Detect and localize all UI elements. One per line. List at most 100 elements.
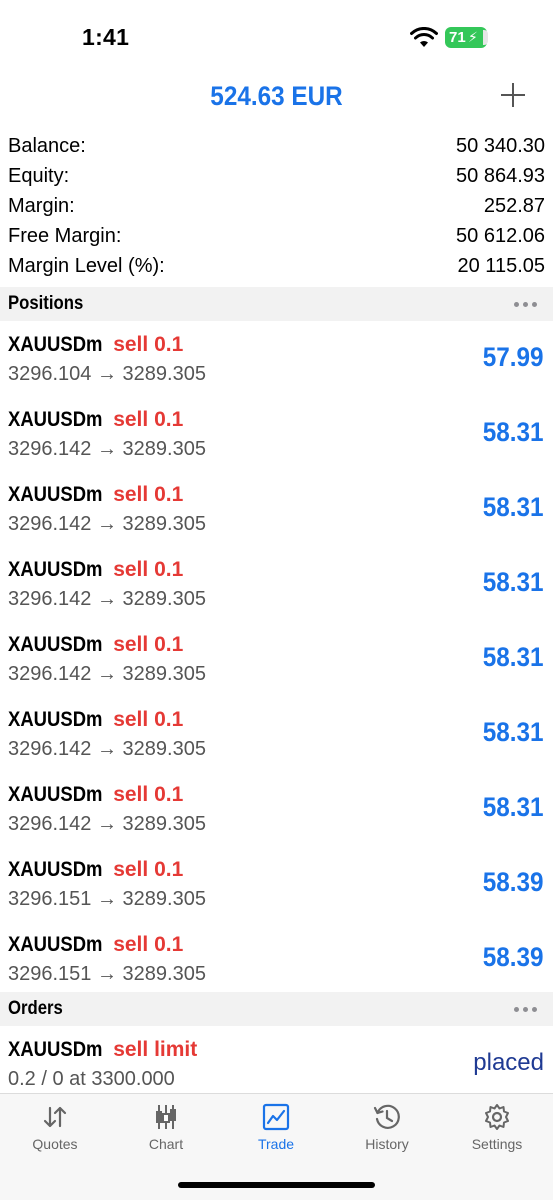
summary-value: 50 864.93 (456, 164, 545, 187)
wifi-icon (410, 27, 438, 47)
position-side: sell 0.1 (113, 858, 184, 881)
position-profit: 58.39 (483, 867, 544, 897)
tab-label: Chart (148, 1136, 184, 1152)
battery-tip (483, 30, 488, 45)
position-side: sell 0.1 (113, 633, 184, 656)
orders-title: Orders (8, 998, 63, 1019)
position-prices: 3296.151 → 3289.305 (8, 888, 206, 910)
summary-row-margin-level: Margin Level (%): 20 115.05 (0, 251, 553, 281)
position-symbol: XAUUSDm (8, 333, 103, 356)
position-symbol: XAUUSDm (8, 933, 103, 956)
position-profit: 58.31 (483, 642, 544, 672)
status-bar: 1:41 71 ⚡ (0, 0, 553, 70)
order-row[interactable]: XAUUSDm sell limit 0.2 / 0 at 3300.000 p… (0, 1026, 553, 1094)
summary-row-balance: Balance: 50 340.30 (0, 131, 553, 161)
position-prices: 3296.142 → 3289.305 (8, 588, 206, 610)
summary-label: Margin Level (%): (8, 254, 165, 277)
tab-chart[interactable]: Chart (121, 1102, 211, 1152)
order-symbol: XAUUSDm (8, 1038, 103, 1061)
summary-label: Free Margin: (8, 224, 122, 247)
orders-more-icon[interactable] (514, 1006, 537, 1012)
tab-quotes[interactable]: Quotes (10, 1102, 100, 1152)
position-symbol: XAUUSDm (8, 858, 103, 881)
position-symbol: XAUUSDm (8, 783, 103, 806)
position-row[interactable]: XAUUSDm sell 0.1 3296.104 → 3289.305 57.… (0, 321, 553, 396)
home-indicator (178, 1182, 375, 1188)
charging-bolt-icon: ⚡ (468, 29, 478, 45)
position-prices: 3296.142 → 3289.305 (8, 813, 206, 835)
position-prices: 3296.142 → 3289.305 (8, 438, 206, 460)
position-side: sell 0.1 (113, 333, 184, 356)
history-clock-icon (373, 1104, 400, 1129)
summary-value: 50 340.30 (456, 134, 545, 157)
position-symbol: XAUUSDm (8, 483, 103, 506)
positions-section-header: Positions (0, 287, 553, 321)
tab-trade[interactable]: Trade (231, 1102, 321, 1152)
position-symbol: XAUUSDm (8, 558, 103, 581)
positions-more-icon[interactable] (514, 301, 537, 307)
tab-label: Trade (257, 1136, 295, 1152)
position-row[interactable]: XAUUSDm sell 0.1 3296.142 → 3289.305 58.… (0, 396, 553, 471)
order-side: sell limit (113, 1038, 198, 1061)
account-summary: Balance: 50 340.30 Equity: 50 864.93 Mar… (0, 131, 553, 281)
candlestick-chart-icon (156, 1105, 176, 1129)
position-profit: 58.31 (483, 492, 544, 522)
position-side: sell 0.1 (113, 483, 184, 506)
position-symbol: XAUUSDm (8, 708, 103, 731)
position-prices: 3296.142 → 3289.305 (8, 513, 206, 535)
position-profit: 57.99 (483, 342, 544, 372)
add-order-button[interactable] (499, 81, 527, 109)
gear-icon (485, 1104, 509, 1130)
position-side: sell 0.1 (113, 783, 184, 806)
status-time: 1:41 (82, 24, 130, 50)
position-row[interactable]: XAUUSDm sell 0.1 3296.142 → 3289.305 58.… (0, 621, 553, 696)
position-prices: 3296.104 → 3289.305 (8, 363, 206, 385)
summary-row-equity: Equity: 50 864.93 (0, 161, 553, 191)
order-state: placed (473, 1049, 544, 1076)
summary-value: 50 612.06 (456, 224, 545, 247)
tab-label: Quotes (32, 1136, 78, 1152)
position-side: sell 0.1 (113, 933, 184, 956)
order-details: 0.2 / 0 at 3300.000 (8, 1068, 175, 1090)
trade-line-chart-icon (262, 1103, 290, 1131)
position-row[interactable]: XAUUSDm sell 0.1 3296.142 → 3289.305 58.… (0, 696, 553, 771)
position-prices: 3296.142 → 3289.305 (8, 663, 206, 685)
position-side: sell 0.1 (113, 408, 184, 431)
position-side: sell 0.1 (113, 708, 184, 731)
summary-value: 252.87 (483, 194, 545, 217)
position-prices: 3296.142 → 3289.305 (8, 738, 206, 760)
position-profit: 58.31 (483, 417, 544, 447)
battery-icon: 71 ⚡ (445, 27, 488, 48)
tab-label: History (365, 1136, 409, 1152)
summary-row-free-margin: Free Margin: 50 612.06 (0, 221, 553, 251)
position-row[interactable]: XAUUSDm sell 0.1 3296.151 → 3289.305 58.… (0, 921, 553, 996)
position-symbol: XAUUSDm (8, 633, 103, 656)
tab-label: Settings (471, 1136, 523, 1152)
orders-list: XAUUSDm sell limit 0.2 / 0 at 3300.000 p… (0, 1026, 553, 1094)
position-profit: 58.31 (483, 717, 544, 747)
summary-value: 20 115.05 (457, 254, 546, 277)
tab-history[interactable]: History (342, 1102, 432, 1152)
position-row[interactable]: XAUUSDm sell 0.1 3296.151 → 3289.305 58.… (0, 846, 553, 921)
quotes-arrows-icon (43, 1106, 67, 1128)
position-prices: 3296.151 → 3289.305 (8, 963, 206, 985)
positions-title: Positions (8, 293, 84, 314)
position-side: sell 0.1 (113, 558, 184, 581)
position-row[interactable]: XAUUSDm sell 0.1 3296.142 → 3289.305 58.… (0, 471, 553, 546)
summary-label: Equity: (8, 164, 70, 187)
summary-label: Balance: (8, 134, 86, 157)
tab-settings[interactable]: Settings (452, 1102, 542, 1152)
account-balance-title: 524.63 EUR (210, 81, 343, 111)
positions-list: XAUUSDm sell 0.1 3296.104 → 3289.305 57.… (0, 321, 553, 996)
position-symbol: XAUUSDm (8, 408, 103, 431)
battery-level: 71 (449, 29, 466, 46)
position-row[interactable]: XAUUSDm sell 0.1 3296.142 → 3289.305 58.… (0, 546, 553, 621)
header: 524.63 EUR (0, 75, 553, 121)
orders-section-header: Orders (0, 992, 553, 1026)
position-profit: 58.31 (483, 792, 544, 822)
position-profit: 58.31 (483, 567, 544, 597)
position-row[interactable]: XAUUSDm sell 0.1 3296.142 → 3289.305 58.… (0, 771, 553, 846)
summary-label: Margin: (8, 194, 75, 217)
summary-row-margin: Margin: 252.87 (0, 191, 553, 221)
position-profit: 58.39 (483, 942, 544, 972)
